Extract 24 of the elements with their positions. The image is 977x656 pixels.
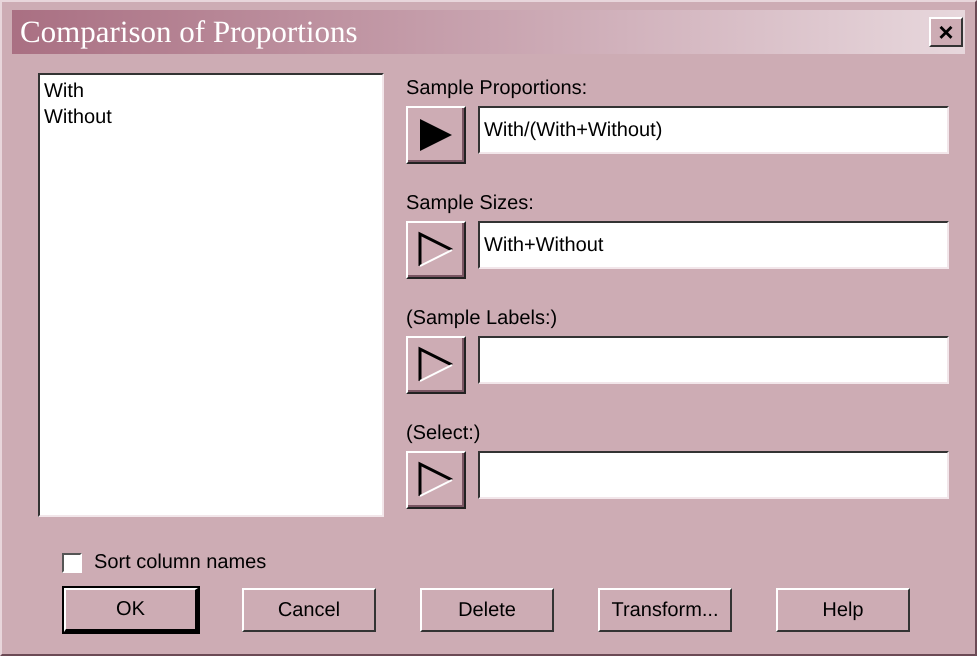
input-field[interactable]: With/(With+Without)	[478, 106, 949, 154]
dialog-button[interactable]: OK	[64, 588, 198, 632]
list-item[interactable]: Without	[44, 104, 378, 130]
list-item[interactable]: With	[44, 78, 378, 104]
arrow-button[interactable]	[406, 106, 466, 164]
checkbox-label: Sort column names	[94, 551, 266, 574]
field-label: (Select:)	[406, 422, 482, 445]
input-field[interactable]	[478, 451, 949, 499]
dialog-button[interactable]: Help	[776, 588, 910, 632]
dialog-button[interactable]: Transform...	[598, 588, 732, 632]
column-list[interactable]: With Without	[38, 73, 384, 517]
field-label: Sample Sizes:	[406, 192, 535, 215]
dialog-button[interactable]: Delete	[420, 588, 554, 632]
field-label: (Sample Labels:)	[406, 307, 558, 330]
arrow-button[interactable]	[406, 336, 466, 394]
checkbox[interactable]	[62, 552, 82, 572]
window-title: Comparison of Proportions	[20, 14, 358, 50]
arrow-button[interactable]	[406, 451, 466, 509]
arrow-button[interactable]	[406, 221, 466, 279]
dialog-button[interactable]: Cancel	[242, 588, 376, 632]
field-label: Sample Proportions:	[406, 77, 588, 100]
input-field[interactable]: With+Without	[478, 221, 949, 269]
close-button[interactable]: ×	[929, 17, 963, 47]
input-field[interactable]	[478, 336, 949, 384]
